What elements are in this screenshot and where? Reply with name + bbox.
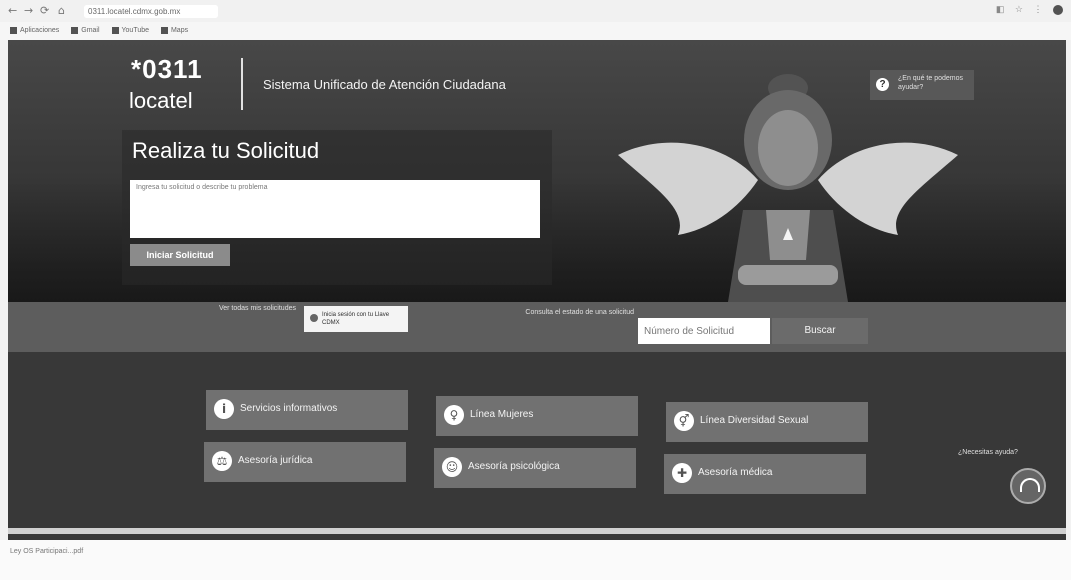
badge-text: Inicia sesión con tu Llave CDMX (322, 312, 390, 326)
service-mujeres-button[interactable]: ♀ Línea Mujeres (436, 396, 638, 436)
menu-icon[interactable]: ⋮ (1033, 4, 1046, 14)
back-icon[interactable]: ← (8, 4, 17, 17)
llave-icon (310, 314, 318, 322)
star-icon[interactable]: ☆ (1015, 4, 1027, 14)
psychology-icon: ☺ (442, 457, 462, 477)
consult-label: Consulta el estado de una solicitud (525, 309, 634, 316)
bookmark-youtube[interactable]: YouTube (111, 26, 149, 34)
browser-toolbar: ← → ⟳ ⌂ 0311.locatel.cdmx.gob.mx ◧ ☆ ⋮ (0, 0, 1071, 22)
bookmark-gmail[interactable]: Gmail (71, 26, 100, 34)
scales-icon: ⚖ (212, 451, 232, 471)
maps-icon (160, 26, 168, 34)
female-icon: ♀ (444, 405, 464, 425)
bookmark-maps[interactable]: Maps (160, 26, 188, 34)
translate-icon[interactable]: ◧ (996, 4, 1009, 14)
service-informativos-button[interactable]: i Servicios informativos (206, 390, 408, 430)
service-diversidad-button[interactable]: ⚥ Línea Diversidad Sexual (666, 402, 868, 442)
apps-icon (10, 26, 17, 34)
downloads-bar: Ley OS Participaci...pdf (0, 540, 1071, 580)
request-input[interactable] (130, 180, 540, 238)
system-title: Sistema Unificado de Atención Ciudadana (263, 77, 506, 92)
services-section (8, 352, 1066, 540)
youtube-icon (111, 26, 119, 34)
headset-icon[interactable] (1010, 468, 1046, 504)
request-title: Realiza tu Solicitud (132, 138, 320, 163)
right-wing (818, 142, 958, 235)
service-psicologica-button[interactable]: ☺ Asesoría psicológica (434, 448, 636, 488)
extension-icons[interactable]: ◧ ☆ ⋮ (996, 4, 1063, 15)
medical-icon: ✚ (672, 463, 692, 483)
search-button[interactable]: Buscar (772, 318, 868, 344)
logo-divider (241, 58, 243, 110)
horizontal-scrollbar[interactable] (8, 528, 1066, 534)
info-icon: i (214, 399, 234, 419)
request-number-input[interactable] (638, 318, 770, 344)
logo-number[interactable]: *0311 (131, 54, 203, 85)
angel-illustration (618, 74, 958, 302)
bookmark-apps[interactable]: Aplicaciones (10, 26, 59, 34)
start-request-button[interactable]: Iniciar Solicitud (130, 244, 230, 266)
address-bar[interactable]: 0311.locatel.cdmx.gob.mx (84, 5, 218, 18)
reload-icon[interactable]: ⟳ (40, 4, 49, 17)
service-label: Asesoría psicológica (468, 461, 560, 472)
download-item[interactable]: Ley OS Participaci...pdf (10, 548, 83, 555)
service-medica-button[interactable]: ✚ Asesoría médica (664, 454, 866, 494)
left-wing (618, 142, 758, 235)
forward-icon[interactable]: → (24, 4, 33, 17)
bookmarks-bar: Aplicaciones Gmail YouTube Maps (0, 22, 1071, 40)
chat-label: ¿Necesitas ayuda? (958, 449, 1018, 456)
service-label: Asesoría jurídica (238, 455, 313, 466)
home-icon[interactable]: ⌂ (58, 4, 65, 17)
logo-name[interactable]: locatel (129, 88, 193, 114)
diversity-icon: ⚥ (674, 411, 694, 431)
service-label: Asesoría médica (698, 467, 773, 478)
service-juridica-button[interactable]: ⚖ Asesoría jurídica (204, 442, 406, 482)
see-all-label: Ver todas mis solicitudes (218, 305, 296, 312)
service-label: Línea Mujeres (470, 409, 534, 420)
profile-icon[interactable] (1053, 4, 1063, 15)
llave-cdmx-badge[interactable]: Inicia sesión con tu Llave CDMX (304, 306, 408, 332)
gmail-icon (71, 26, 79, 34)
service-label: Línea Diversidad Sexual (700, 415, 809, 426)
page: *0311 locatel Sistema Unificado de Atenc… (8, 40, 1066, 540)
service-label: Servicios informativos (240, 403, 338, 414)
